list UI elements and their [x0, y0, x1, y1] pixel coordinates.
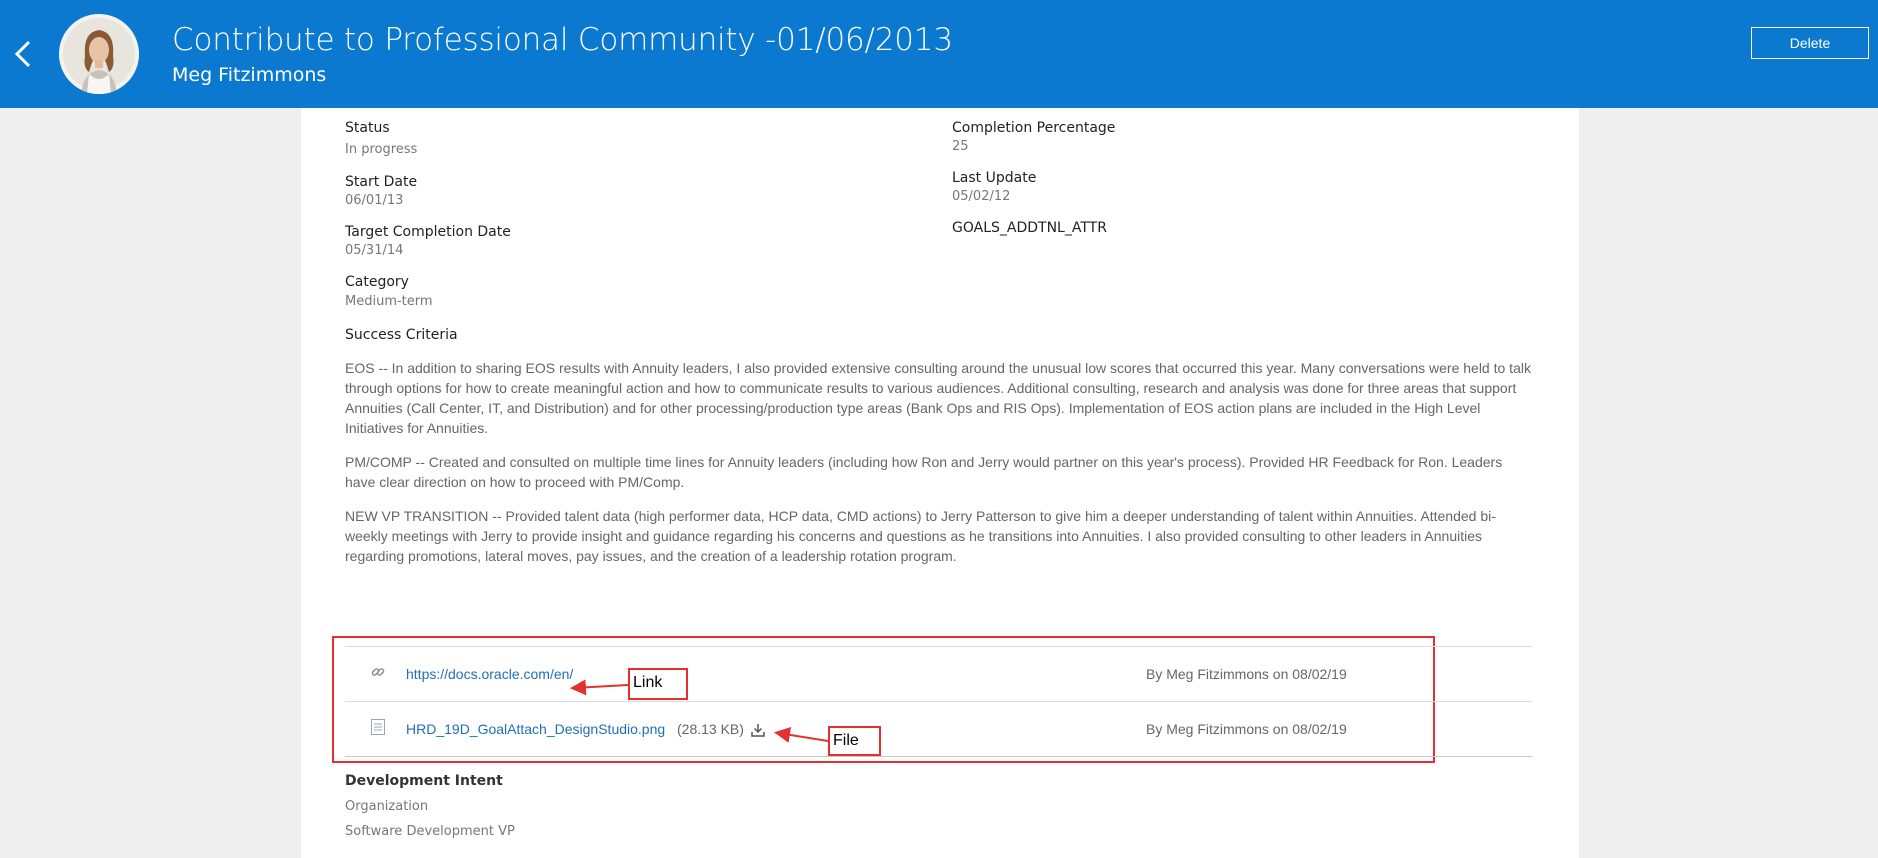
divider: [345, 756, 1532, 757]
status-label: Status: [345, 120, 390, 136]
link-annotation: Link: [628, 668, 688, 700]
category-label: Category: [345, 274, 409, 290]
success-criteria-field: Success Criteria: [345, 327, 458, 343]
page-header: Contribute to Professional Community -01…: [0, 0, 1878, 108]
last-update-label: Last Update: [952, 170, 1037, 186]
development-intent-title: Development Intent: [345, 773, 503, 789]
success-criteria-label: Success Criteria: [345, 327, 458, 343]
completion-percentage-field: Completion Percentage 25: [952, 120, 1115, 154]
avatar: [59, 14, 139, 94]
success-criteria-paragraph: PM/COMP -- Created and consulted on mult…: [345, 454, 1503, 490]
divider: [345, 646, 1532, 647]
attachment-meta: By Meg Fitzimmons on 08/02/19: [1146, 721, 1347, 737]
delete-button[interactable]: Delete: [1751, 27, 1869, 59]
target-completion-date-value: 05/31/14: [345, 243, 404, 258]
status-field: Status In progress: [345, 120, 417, 157]
file-annotation: File: [828, 726, 881, 756]
start-date-field: Start Date 06/01/13: [345, 174, 417, 208]
start-date-value: 06/01/13: [345, 193, 404, 208]
development-intent-line: Organization: [345, 799, 429, 814]
target-completion-date-field: Target Completion Date 05/31/14: [345, 224, 511, 258]
employee-name: Meg Fitzimmons: [172, 64, 327, 86]
completion-percentage-value: 25: [952, 139, 969, 154]
status-value: In progress: [345, 142, 418, 157]
category-value: Medium-term: [345, 294, 433, 309]
back-chevron-icon[interactable]: [8, 36, 40, 72]
category-field: Category Medium-term: [345, 274, 433, 309]
annotation-arrow-file: [774, 726, 829, 743]
target-completion-date-label: Target Completion Date: [345, 224, 511, 240]
last-update-value: 05/02/12: [952, 189, 1011, 204]
page-title: Contribute to Professional Community -01…: [172, 22, 953, 58]
success-criteria-paragraph: EOS -- In addition to sharing EOS result…: [345, 360, 1531, 436]
divider: [345, 701, 1532, 702]
attachments-highlight-box: [332, 636, 1435, 763]
completion-percentage-label: Completion Percentage: [952, 120, 1116, 136]
attachment-meta: By Meg Fitzimmons on 08/02/19: [1146, 666, 1347, 682]
goals-addtnl-attr-field: GOALS_ADDTNL_ATTR: [952, 220, 1107, 236]
attachment-link[interactable]: https://docs.oracle.com/en/: [406, 666, 573, 682]
success-criteria-paragraph: NEW VP TRANSITION -- Provided talent dat…: [345, 508, 1496, 564]
start-date-label: Start Date: [345, 174, 418, 190]
link-icon: [370, 664, 386, 680]
document-icon: [370, 718, 386, 736]
last-update-field: Last Update 05/02/12: [952, 170, 1036, 204]
goals-addtnl-attr-label: GOALS_ADDTNL_ATTR: [952, 220, 1107, 236]
development-intent-line: Software Development VP: [345, 824, 515, 839]
